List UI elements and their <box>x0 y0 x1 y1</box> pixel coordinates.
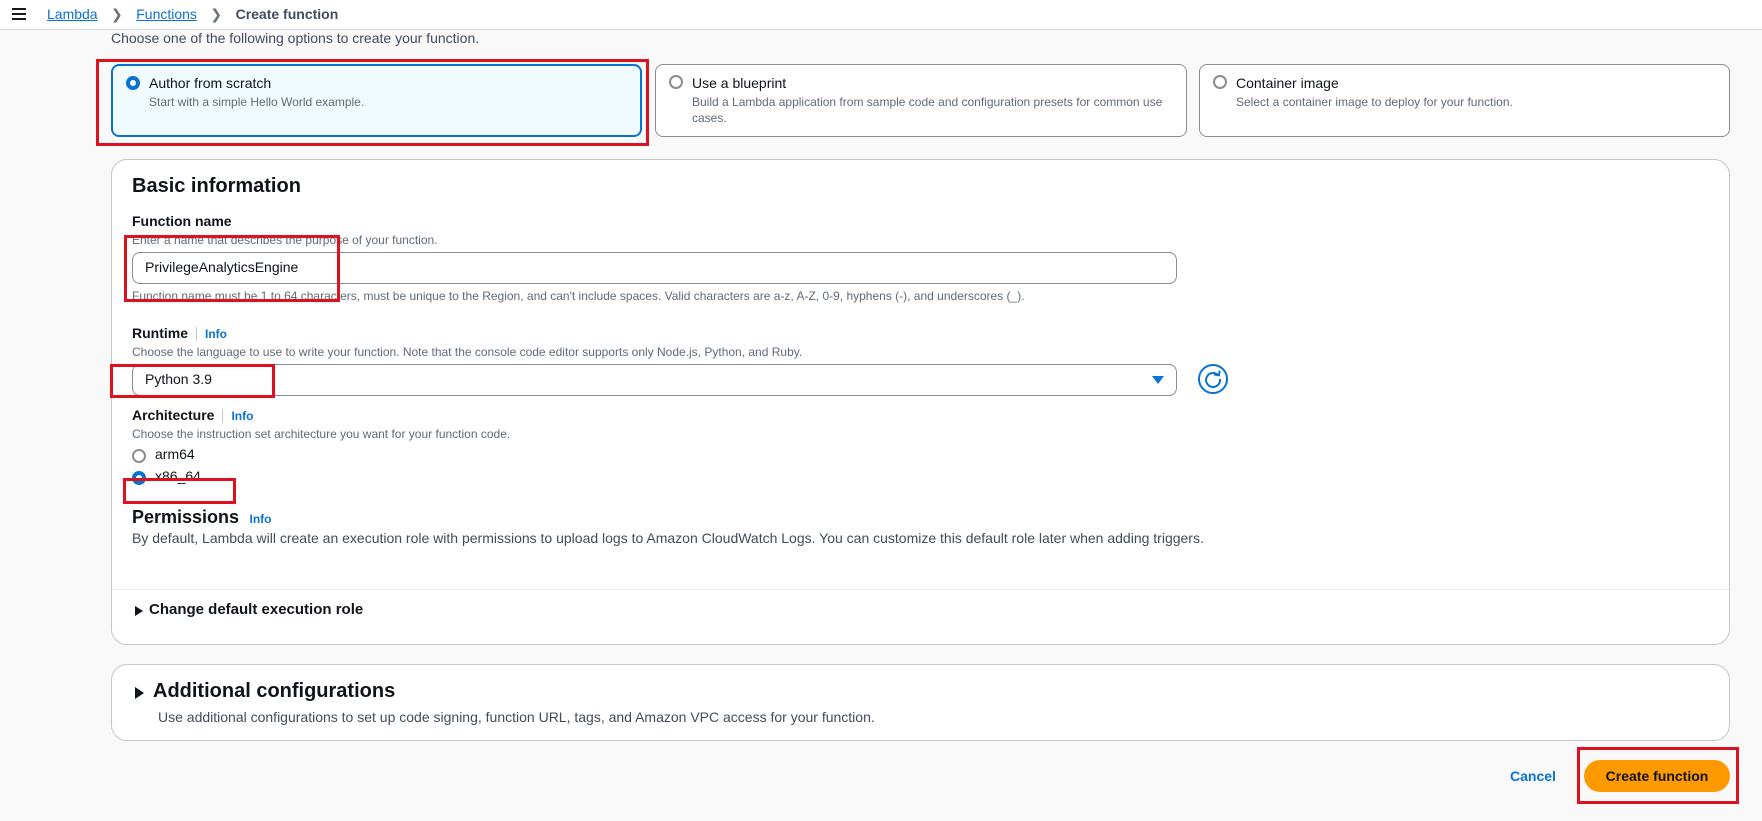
runtime-info-link[interactable]: Info <box>205 327 227 341</box>
basic-information-panel: Basic information Function name Enter a … <box>111 159 1730 645</box>
option-title: Author from scratch <box>149 75 272 91</box>
breadcrumb-lambda[interactable]: Lambda <box>47 6 98 22</box>
create-function-button[interactable]: Create function <box>1584 760 1730 792</box>
option-title: Container image <box>1236 75 1339 91</box>
caret-right-icon <box>135 687 144 699</box>
permissions-label: Permissions <box>132 507 240 527</box>
refresh-icon <box>1205 370 1222 388</box>
architecture-info-link[interactable]: Info <box>231 409 253 423</box>
additional-configurations-expander[interactable]: Additional configurations <box>132 680 632 708</box>
caret-right-icon <box>135 606 143 616</box>
option-description: Build a Lambda application from sample c… <box>692 95 1163 125</box>
architecture-label: Architecture <box>132 407 215 423</box>
runtime-label-row: Runtime Info <box>132 325 227 343</box>
runtime-label: Runtime <box>132 325 188 341</box>
caret-down-icon <box>1152 376 1164 384</box>
runtime-description: Choose the language to use to write your… <box>132 345 803 359</box>
change-role-expander[interactable]: Change default execution role <box>132 600 532 626</box>
function-name-input[interactable]: PrivilegeAnalyticsEngine <box>132 252 1177 284</box>
runtime-select[interactable]: Python 3.9 <box>132 364 1177 396</box>
menu-icon[interactable] <box>12 7 26 21</box>
option-description: Select a container image to deploy for y… <box>1236 95 1513 109</box>
radio-arm64[interactable] <box>132 449 146 463</box>
breadcrumb-functions[interactable]: Functions <box>136 6 197 22</box>
breadcrumb-current: Create function <box>235 6 339 22</box>
architecture-description: Choose the instruction set architecture … <box>132 427 511 441</box>
permissions-description: By default, Lambda will create an execut… <box>132 530 1204 546</box>
cancel-button[interactable]: Cancel <box>1510 768 1556 784</box>
radio-container-image[interactable] <box>1213 75 1227 89</box>
section-heading: Basic information <box>132 175 301 197</box>
intro-text: Choose one of the following options to c… <box>111 30 480 46</box>
radio-author-from-scratch[interactable] <box>126 76 140 90</box>
permissions-label-row: Permissions Info <box>132 507 272 528</box>
chevron-right-icon: ❯ <box>111 6 123 22</box>
function-name-constraint: Function name must be 1 to 64 characters… <box>132 289 1025 303</box>
breadcrumb: Lambda ❯ Functions ❯ Create function <box>47 6 338 24</box>
divider <box>222 408 224 423</box>
x86-64-label[interactable]: x86_64 <box>155 468 201 484</box>
radio-use-blueprint[interactable] <box>669 75 683 89</box>
radio-x86-64[interactable] <box>132 471 146 485</box>
permissions-info-link[interactable]: Info <box>250 512 272 526</box>
change-role-label: Change default execution role <box>149 601 364 618</box>
architecture-label-row: Architecture Info <box>132 407 253 425</box>
option-use-blueprint[interactable]: Use a blueprint Build a Lambda applicati… <box>655 64 1187 137</box>
arm64-label[interactable]: arm64 <box>155 446 195 462</box>
option-author-from-scratch[interactable]: Author from scratch Start with a simple … <box>111 64 642 137</box>
function-name-description: Enter a name that describes the purpose … <box>132 233 438 247</box>
runtime-select-value: Python 3.9 <box>145 371 212 387</box>
additional-configurations-heading: Additional configurations <box>153 680 396 702</box>
option-description: Start with a simple Hello World example. <box>149 95 365 109</box>
option-title: Use a blueprint <box>692 75 787 91</box>
option-container-image[interactable]: Container image Select a container image… <box>1199 64 1730 137</box>
top-navigation-bar: Lambda ❯ Functions ❯ Create function <box>0 0 1762 30</box>
function-name-label: Function name <box>132 213 232 229</box>
additional-configurations-description: Use additional configurations to set up … <box>158 709 875 725</box>
chevron-right-icon: ❯ <box>210 6 223 22</box>
divider <box>112 589 1729 590</box>
refresh-button[interactable] <box>1198 364 1228 394</box>
divider <box>196 326 197 341</box>
additional-configurations-panel: Additional configurations Use additional… <box>111 664 1730 741</box>
